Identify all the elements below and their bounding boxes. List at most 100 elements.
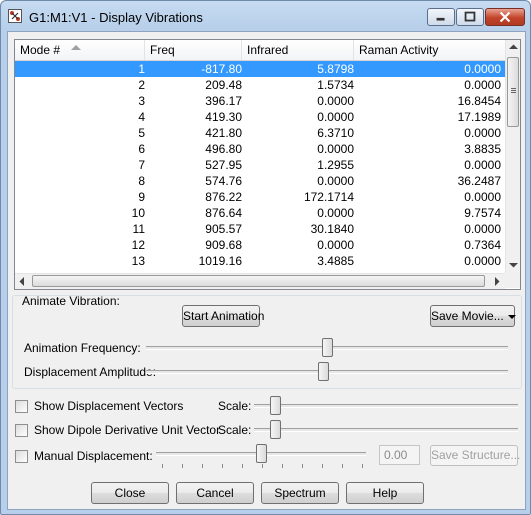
manual-displacement-slider[interactable] xyxy=(256,444,267,463)
slider-tick xyxy=(262,464,263,468)
slider-tick xyxy=(342,464,343,468)
cell-mode: 7 xyxy=(138,158,145,172)
vectors-scale-track[interactable] xyxy=(254,404,518,408)
displacement-amplitude-slider[interactable] xyxy=(318,362,330,381)
table-row[interactable]: 8 574.76 0.0000 36.2487 xyxy=(15,173,505,189)
slider-tick xyxy=(182,464,183,468)
display-vibrations-window: G1:M1:V1 - Display Vibrations Mode # Fre… xyxy=(0,0,531,515)
dipole-scale-label: Scale: xyxy=(218,423,252,437)
cell-ir: 1.5734 xyxy=(317,78,354,92)
animation-frequency-slider[interactable] xyxy=(322,338,333,357)
slider-tick xyxy=(202,464,203,468)
column-header-mode[interactable]: Mode # xyxy=(15,40,145,60)
cell-mode: 8 xyxy=(138,174,145,188)
cell-freq: 574.76 xyxy=(205,174,242,188)
maximize-icon xyxy=(464,11,476,22)
dropdown-arrow-icon xyxy=(507,314,516,319)
manual-displacement-label: Manual Displacement: xyxy=(34,449,153,463)
table-row[interactable]: 3 396.17 0.0000 16.8454 xyxy=(15,93,505,109)
slider-tick xyxy=(282,464,283,468)
table-row[interactable]: 9 876.22 172.1714 0.0000 xyxy=(15,189,505,205)
scroll-up-icon[interactable] xyxy=(509,44,518,50)
cell-mode: 11 xyxy=(132,222,145,236)
table-row[interactable]: 4 419.30 0.0000 17.1989 xyxy=(15,109,505,125)
cell-freq: 209.48 xyxy=(205,78,242,92)
show-dipole-derivative-checkbox[interactable] xyxy=(15,424,28,437)
cell-mode: 3 xyxy=(138,94,145,108)
minimize-icon xyxy=(436,17,445,21)
show-displacement-vectors-checkbox[interactable] xyxy=(15,400,28,413)
scroll-left-icon[interactable] xyxy=(19,277,25,286)
help-button[interactable]: Help xyxy=(346,482,424,504)
column-header-infrared[interactable]: Infrared xyxy=(242,40,354,60)
cell-raman: 3.8835 xyxy=(464,142,501,156)
cell-freq: 909.68 xyxy=(205,238,242,252)
dipole-scale-track[interactable] xyxy=(254,428,518,432)
cell-ir: 3.4885 xyxy=(317,254,354,268)
cell-ir: 0.0000 xyxy=(317,238,354,252)
spectrum-button[interactable]: Spectrum xyxy=(261,482,339,504)
animation-frequency-label: Animation Frequency: xyxy=(24,341,141,355)
manual-displacement-checkbox[interactable] xyxy=(15,450,28,463)
cell-freq: 496.80 xyxy=(205,142,242,156)
cell-ir: 1.2955 xyxy=(317,158,354,172)
cell-mode: 4 xyxy=(138,110,145,124)
scrollbar-corner xyxy=(505,273,520,288)
cancel-button[interactable]: Cancel xyxy=(176,482,254,504)
vectors-scale-slider[interactable] xyxy=(270,396,282,415)
save-movie-label: Save Movie... xyxy=(431,309,504,323)
displacement-amplitude-label: Displacement Amplitude: xyxy=(24,365,157,379)
column-header-infrared-label: Infrared xyxy=(247,43,289,57)
cell-mode: 12 xyxy=(131,238,145,252)
save-structure-button[interactable]: Save Structure... xyxy=(430,445,520,466)
maximize-button[interactable] xyxy=(456,8,484,26)
cell-raman: 0.0000 xyxy=(464,222,501,236)
table-row[interactable]: 5 421.80 6.3710 0.0000 xyxy=(15,125,505,141)
scroll-grip-icon xyxy=(511,88,516,89)
horizontal-scroll-thumb[interactable] xyxy=(32,275,485,287)
table-row[interactable]: 10 876.64 0.0000 9.7574 xyxy=(15,205,505,221)
cell-ir: 0.0000 xyxy=(317,110,354,124)
minimize-button[interactable] xyxy=(427,8,455,26)
animate-vibration-label: Animate Vibration: xyxy=(22,294,120,308)
cell-ir: 0.0000 xyxy=(317,94,354,108)
vertical-scroll-thumb[interactable] xyxy=(507,57,519,127)
table-row[interactable]: 13 1019.16 3.4885 0.0000 xyxy=(15,253,505,269)
slider-tick xyxy=(222,464,223,468)
cell-raman: 17.1989 xyxy=(457,110,501,124)
cell-ir: 172.1714 xyxy=(303,190,354,204)
cell-freq: 1019.16 xyxy=(198,254,242,268)
table-row[interactable]: 12 909.68 0.0000 0.7364 xyxy=(15,237,505,253)
start-animation-button[interactable]: Start Animation xyxy=(182,305,264,327)
close-window-button[interactable] xyxy=(485,8,525,26)
scroll-down-icon[interactable] xyxy=(509,262,518,268)
vibrations-table[interactable]: Mode # Freq Infrared Raman Activity 1 -81… xyxy=(14,39,521,290)
cell-freq: 905.57 xyxy=(205,222,242,236)
table-rows: 1 -817.80 5.8798 0.0000 2 209.48 1.5734 0.0000 3… xyxy=(15,61,505,269)
save-movie-button[interactable]: Save Movie... xyxy=(430,305,516,327)
manual-displacement-value[interactable]: 0.00 xyxy=(379,445,420,465)
cell-raman: 36.2487 xyxy=(457,174,501,188)
table-header: Mode # Freq Infrared Raman Activity xyxy=(15,40,505,61)
column-header-raman[interactable]: Raman Activity xyxy=(354,40,505,60)
table-row[interactable]: 2 209.48 1.5734 0.0000 xyxy=(15,77,505,93)
title-bar[interactable]: G1:M1:V1 - Display Vibrations xyxy=(1,1,530,31)
cell-ir: 0.0000 xyxy=(317,142,354,156)
table-row[interactable]: 1 -817.80 5.8798 0.0000 xyxy=(15,61,505,77)
table-row[interactable]: 6 496.80 0.0000 3.8835 xyxy=(15,141,505,157)
table-row[interactable]: 11 905.57 30.1840 0.0000 xyxy=(15,221,505,237)
column-header-freq[interactable]: Freq xyxy=(145,40,242,60)
slider-tick xyxy=(362,464,363,468)
dipole-scale-slider[interactable] xyxy=(270,420,282,439)
cell-mode: 9 xyxy=(138,190,145,204)
scroll-right-icon[interactable] xyxy=(494,277,500,286)
cell-freq: 419.30 xyxy=(205,110,242,124)
table-row[interactable]: 7 527.95 1.2955 0.0000 xyxy=(15,157,505,173)
horizontal-scrollbar[interactable] xyxy=(15,273,505,289)
close-button[interactable]: Close xyxy=(91,482,169,504)
cell-mode: 1 xyxy=(138,62,145,76)
close-icon xyxy=(499,11,511,23)
cell-raman: 0.0000 xyxy=(464,126,501,140)
vertical-scrollbar[interactable] xyxy=(505,40,520,273)
cell-freq: -817.80 xyxy=(201,62,242,76)
